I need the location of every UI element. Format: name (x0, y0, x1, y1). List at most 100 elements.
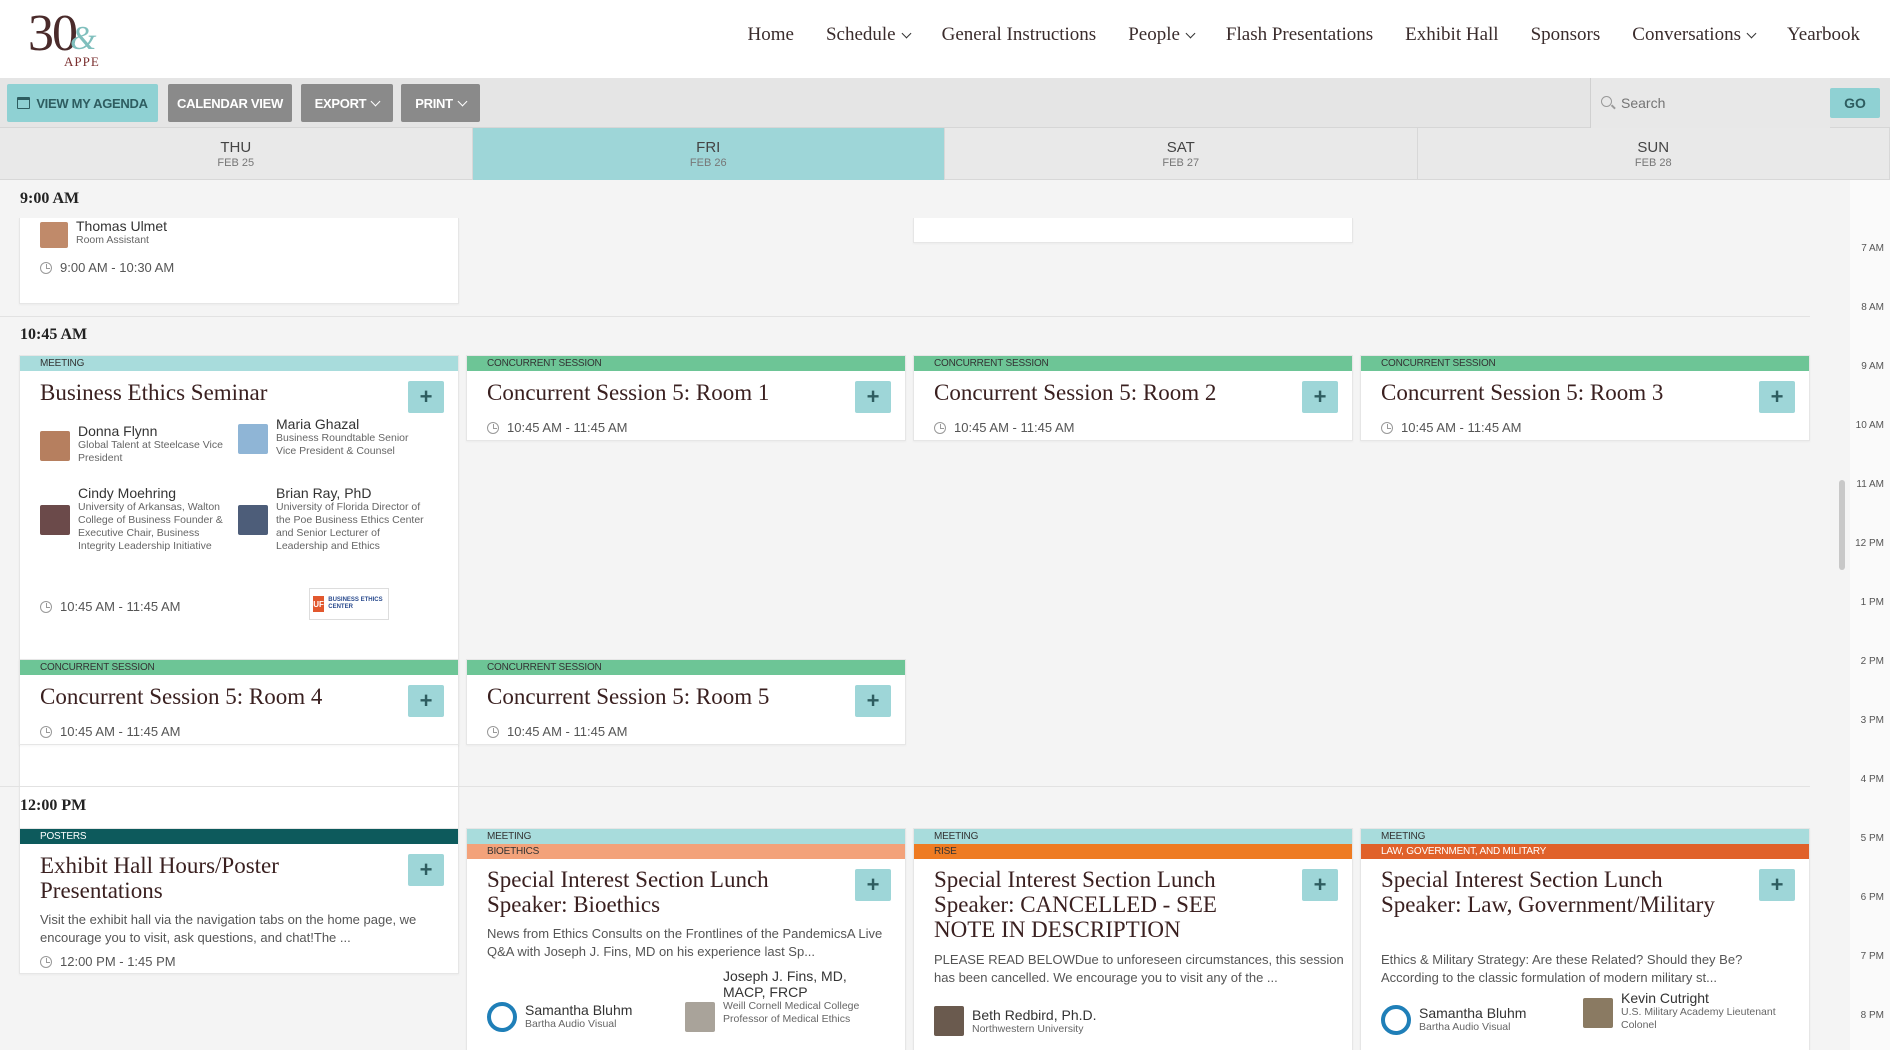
go-button[interactable]: GO (1830, 88, 1880, 118)
session-time: 10:45 AM - 11:45 AM (487, 724, 627, 739)
session-card-exhibit-hall[interactable]: POSTERS Exhibit Hall Hours/Poster Presen… (19, 828, 459, 974)
speaker: Donna Flynn Global Talent at Steelcase V… (40, 423, 230, 465)
add-to-agenda-button[interactable]: + (1759, 381, 1795, 413)
speaker-name: Cindy Moehring (78, 485, 177, 501)
nav-yearbook[interactable]: Yearbook (1787, 24, 1860, 46)
session-time-text: 9:00 AM - 10:30 AM (60, 260, 175, 275)
schedule-content: 9:00 AM Thomas Ulmet Room Assistant 9:00… (0, 180, 1820, 1050)
timeline-hour[interactable]: 4 PM (1861, 774, 1884, 785)
session-card-rise[interactable]: MEETING RISE Special Interest Section Lu… (913, 828, 1353, 1050)
session-title: Concurrent Session 5: Room 5 (487, 684, 770, 709)
session-card-room-1[interactable]: CONCURRENT SESSION Concurrent Session 5:… (466, 355, 906, 441)
timeline-hour[interactable]: 7 AM (1861, 243, 1884, 254)
plus-icon: + (866, 872, 880, 897)
session-card-room-4[interactable]: CONCURRENT SESSION Concurrent Session 5:… (19, 659, 459, 745)
add-to-agenda-button[interactable]: + (1302, 381, 1338, 413)
session-card-early[interactable]: Thomas Ulmet Room Assistant 9:00 AM - 10… (19, 218, 459, 304)
timeline-hour[interactable]: 9 AM (1861, 361, 1884, 372)
chevron-down-icon (1185, 28, 1196, 38)
nav-general-instructions-label: General Instructions (941, 24, 1097, 45)
nav-home[interactable]: Home (748, 24, 794, 46)
nav-flash-presentations[interactable]: Flash Presentations (1226, 24, 1373, 46)
day-tabs: THU FEB 25 FRI FEB 26 SAT FEB 27 SUN FEB 28 (0, 128, 1890, 180)
session-title: Concurrent Session 5: Room 4 (40, 684, 323, 709)
timeline-hour[interactable]: 8 PM (1861, 1010, 1884, 1021)
timeline-hour[interactable]: 5 PM (1861, 833, 1884, 844)
session-title: Business Ethics Seminar (40, 380, 268, 405)
view-my-agenda-button[interactable]: VIEW MY AGENDA (7, 84, 158, 122)
speaker-name: Samantha Bluhm (1419, 1005, 1527, 1021)
category-band: CONCURRENT SESSION (1361, 356, 1809, 371)
add-to-agenda-button[interactable]: + (855, 869, 891, 901)
timeline-hour[interactable]: 6 PM (1861, 892, 1884, 903)
add-to-agenda-button[interactable]: + (855, 381, 891, 413)
calendar-view-label: CALENDAR VIEW (177, 95, 283, 111)
timeline-hour[interactable]: 11 AM (1856, 479, 1884, 490)
tab-sat[interactable]: SAT FEB 27 (945, 128, 1418, 180)
plus-icon: + (1313, 384, 1327, 409)
session-time: 10:45 AM - 11:45 AM (487, 420, 627, 435)
export-label: EXPORT (314, 95, 367, 111)
plus-icon: + (866, 384, 880, 409)
nav-people[interactable]: People (1128, 24, 1196, 46)
time-slot-label: 10:45 AM (20, 326, 88, 343)
clock-icon (40, 725, 52, 738)
timeline-hour[interactable]: 1 PM (1861, 597, 1884, 608)
calendar-view-button[interactable]: CALENDAR VIEW (168, 84, 292, 122)
session-card-law-government-military[interactable]: MEETING LAW, GOVERNMENT, AND MILITARY Sp… (1360, 828, 1810, 1050)
nav-general-instructions[interactable]: General Instructions (942, 24, 1097, 46)
add-to-agenda-button[interactable]: + (855, 685, 891, 717)
session-title: Concurrent Session 5: Room 1 (487, 380, 770, 405)
avatar (487, 1002, 517, 1032)
session-time-text: 10:45 AM - 11:45 AM (60, 599, 181, 614)
session-card-room-5[interactable]: CONCURRENT SESSION Concurrent Session 5:… (466, 659, 906, 745)
nav-conversations[interactable]: Conversations (1632, 24, 1757, 46)
category-band: CONCURRENT SESSION (914, 356, 1352, 371)
add-to-agenda-button[interactable]: + (408, 381, 444, 413)
plus-icon: + (419, 688, 433, 713)
tab-fri[interactable]: FRI FEB 26 (472, 128, 945, 180)
appe-logo[interactable]: 30 & APPE (28, 8, 108, 70)
avatar (1381, 1005, 1411, 1035)
session-card-bioethics[interactable]: MEETING BIOETHICS Special Interest Secti… (466, 828, 906, 1050)
avatar (40, 222, 68, 248)
nav-sponsors[interactable]: Sponsors (1531, 24, 1601, 46)
session-title: Special Interest Section Lunch Speaker: … (1381, 867, 1715, 917)
tab-thu[interactable]: THU FEB 25 (0, 128, 473, 180)
subcategory-band: RISE (914, 844, 1352, 859)
session-card-business-ethics-seminar[interactable]: MEETING Business Ethics Seminar + Donna … (19, 355, 459, 829)
print-button[interactable]: PRINT (401, 84, 480, 122)
clock-icon (40, 955, 52, 968)
add-to-agenda-button[interactable]: + (1302, 869, 1338, 901)
export-button[interactable]: EXPORT (301, 84, 393, 122)
subcategory-band: BIOETHICS (467, 844, 905, 859)
speaker: Thomas Ulmet Room Assistant (40, 218, 167, 248)
nav-schedule[interactable]: Schedule (826, 24, 912, 46)
timeline-hour[interactable]: 2 PM (1861, 656, 1884, 667)
session-time: 10:45 AM - 11:45 AM (40, 599, 180, 614)
session-title: Exhibit Hall Hours/Poster Presentations (40, 853, 279, 903)
timeline-hour[interactable]: 10 AM (1856, 420, 1884, 431)
speaker: Brian Ray, PhD University of Florida Dir… (238, 485, 428, 553)
category-band: CONCURRENT SESSION (20, 660, 458, 675)
speaker-role: U.S. Military Academy Lieutenant Colonel (1621, 1006, 1776, 1031)
session-card-partial[interactable] (913, 218, 1353, 243)
nav-people-label: People (1128, 24, 1180, 45)
add-to-agenda-button[interactable]: + (1759, 869, 1795, 901)
nav-exhibit-hall[interactable]: Exhibit Hall (1405, 24, 1498, 46)
timeline-hour[interactable]: 8 AM (1861, 302, 1884, 313)
day-date: FEB 28 (1634, 157, 1672, 169)
timeline-hour[interactable]: 12 PM (1855, 538, 1884, 549)
add-to-agenda-button[interactable]: + (408, 685, 444, 717)
timeline-hour[interactable]: 3 PM (1861, 715, 1884, 726)
tab-sun[interactable]: SUN FEB 28 (1418, 128, 1890, 180)
day-date: FEB 25 (217, 157, 255, 169)
search-input[interactable] (1621, 90, 1821, 116)
timeline-hour[interactable]: 7 PM (1861, 951, 1884, 962)
category-band: MEETING (20, 356, 458, 371)
sponsor-logo: UF BUSINESS ETHICS CENTER (309, 588, 389, 620)
session-card-room-3[interactable]: CONCURRENT SESSION Concurrent Session 5:… (1360, 355, 1810, 441)
session-card-room-2[interactable]: CONCURRENT SESSION Concurrent Session 5:… (913, 355, 1353, 441)
timeline-scrollbar[interactable] (1839, 480, 1845, 570)
add-to-agenda-button[interactable]: + (408, 854, 444, 886)
